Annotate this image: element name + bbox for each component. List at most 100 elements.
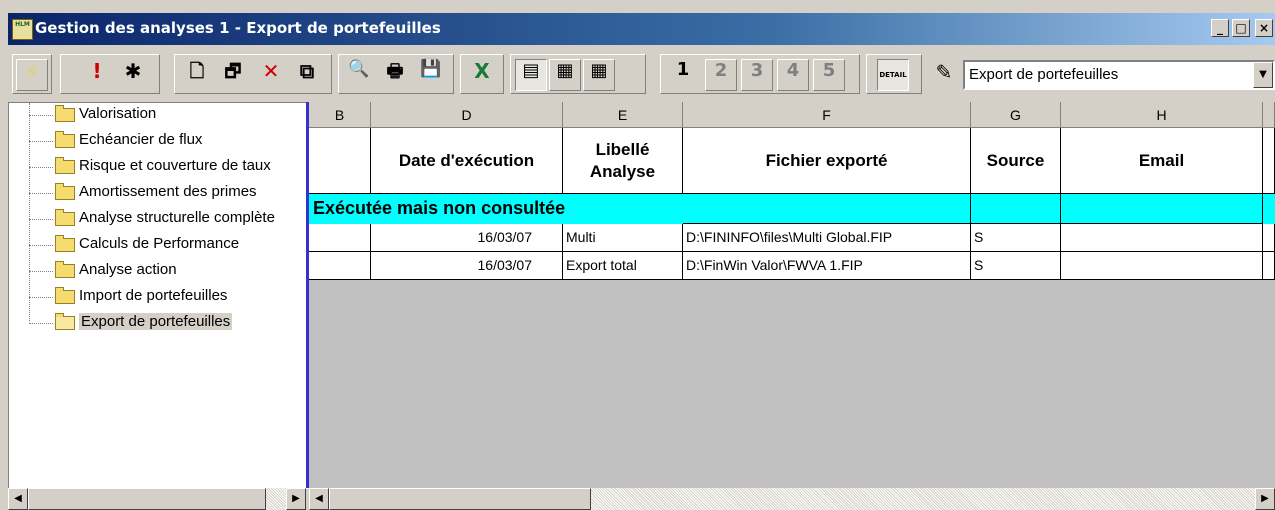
group-row[interactable]: Exécutée mais non consultée xyxy=(309,194,1275,224)
toolbar-group-edit: 🗋 🗗 ✕ ⧉ xyxy=(174,54,332,94)
level-4-button[interactable]: 4 xyxy=(777,59,809,91)
excel-icon[interactable]: X xyxy=(466,59,498,91)
level-1-button[interactable]: 1 xyxy=(667,59,699,91)
column-letter-b[interactable]: B xyxy=(309,102,371,128)
application-window: HLM Gestion des analyses 1 - Export de p… xyxy=(0,0,1275,510)
cell-source[interactable]: S xyxy=(971,252,1061,280)
tree-horizontal-scrollbar[interactable]: ◀ ▶ xyxy=(8,488,306,510)
scroll-thumb[interactable] xyxy=(329,488,591,510)
tree-item-label: Risque et couverture de taux xyxy=(79,157,271,174)
window-title: Gestion des analyses 1 - Export de porte… xyxy=(35,19,441,37)
cell-libelle[interactable]: Export total xyxy=(563,252,683,280)
header-fichier: Fichier exporté xyxy=(683,128,971,194)
view-grid-icon[interactable]: ▦ xyxy=(583,59,615,91)
tree-item-label: Echéancier de flux xyxy=(79,131,203,148)
toolbar-group-view: ▤ ▦ ▦ xyxy=(510,54,646,94)
cell-email[interactable] xyxy=(1061,252,1263,280)
tree-item-risque[interactable]: Risque et couverture de taux xyxy=(9,155,309,180)
folder-icon xyxy=(55,131,75,148)
header-source: Source xyxy=(971,128,1061,194)
print-icon[interactable]: 🖶 xyxy=(379,59,411,91)
level-5-button[interactable]: 5 xyxy=(813,59,845,91)
results-grid: B D E F G H Date d'exécution Libellé Ana… xyxy=(309,102,1275,488)
level-3-button[interactable]: 3 xyxy=(741,59,773,91)
tree-item-label: Analyse structurelle complète xyxy=(79,209,275,226)
tree-item-analyse-action[interactable]: Analyse action xyxy=(9,259,309,284)
cell-next[interactable] xyxy=(1263,224,1275,252)
tree-item-label: Analyse action xyxy=(79,261,177,278)
tree-item-export[interactable]: Export de portefeuilles xyxy=(9,311,309,336)
maximize-button[interactable]: □ xyxy=(1232,19,1250,37)
grid-horizontal-scrollbar[interactable]: ◀ ▶ xyxy=(309,488,1275,510)
folder-icon xyxy=(55,209,75,226)
save-icon[interactable]: 💾 xyxy=(415,59,447,91)
edit-pencil-icon[interactable]: ✎ xyxy=(928,60,960,92)
new-document-icon[interactable]: 🗋 xyxy=(181,59,213,91)
cell-b[interactable] xyxy=(309,252,371,280)
toolbar-group-run: ⚡ xyxy=(12,54,52,94)
column-letter-next[interactable] xyxy=(1263,102,1275,128)
folder-icon xyxy=(55,287,75,304)
analysis-select[interactable]: Export de portefeuilles ▼ xyxy=(963,60,1275,90)
column-letter-e[interactable]: E xyxy=(563,102,683,128)
toolbar: ⚡ ! ✱ 🗋 🗗 ✕ ⧉ 🔍 🖶 💾 X ▤ ▦ ▦ 1 2 3 4 5 DE… xyxy=(8,52,1275,98)
tree-item-valorisation[interactable]: Valorisation xyxy=(9,103,309,128)
chevron-down-icon[interactable]: ▼ xyxy=(1253,62,1273,88)
tree-item-analyse-structurelle[interactable]: Analyse structurelle complète xyxy=(9,207,309,232)
title-bar[interactable]: HLM Gestion des analyses 1 - Export de p… xyxy=(8,13,1275,45)
copy-icon[interactable]: ⧉ xyxy=(291,59,323,91)
view-list-icon[interactable]: ▦ xyxy=(549,59,581,91)
detail-button[interactable]: DETAIL xyxy=(877,59,909,91)
column-letter-d[interactable]: D xyxy=(371,102,563,128)
analysis-tree: Valorisation Echéancier de flux Risque e… xyxy=(8,102,309,489)
cell-libelle[interactable]: Multi xyxy=(563,224,683,252)
open-folder-icon xyxy=(55,313,75,330)
scroll-left-icon[interactable]: ◀ xyxy=(309,488,329,510)
folder-icon xyxy=(55,261,75,278)
close-button[interactable]: × xyxy=(1255,19,1273,37)
tree-item-label: Export de portefeuilles xyxy=(79,313,233,330)
properties-icon[interactable]: 🗗 xyxy=(217,59,249,91)
minimize-button[interactable]: _ xyxy=(1211,19,1229,37)
cell-date[interactable]: 16/03/07 xyxy=(371,252,563,280)
cell-date[interactable]: 16/03/07 xyxy=(371,224,563,252)
column-letter-h[interactable]: H xyxy=(1061,102,1263,128)
cell-fichier[interactable]: D:\FININFO\files\Multi Global.FIP xyxy=(683,224,971,252)
tree-item-amortissement[interactable]: Amortissement des primes xyxy=(9,181,309,206)
app-icon[interactable]: HLM xyxy=(12,19,33,40)
print-preview-icon[interactable]: 🔍 xyxy=(343,59,375,91)
cell-b[interactable] xyxy=(309,224,371,252)
toolbar-group-actions: ! ✱ xyxy=(60,54,160,94)
delete-icon[interactable]: ✕ xyxy=(255,59,287,91)
column-letter-f[interactable]: F xyxy=(683,102,971,128)
tree-item-echeancier[interactable]: Echéancier de flux xyxy=(9,129,309,154)
cell-fichier[interactable]: D:\FinWin Valor\FWVA 1.FIP xyxy=(683,252,971,280)
column-letter-g[interactable]: G xyxy=(971,102,1061,128)
tree-item-import[interactable]: Import de portefeuilles xyxy=(9,285,309,310)
stop-icon[interactable]: ✱ xyxy=(117,59,149,91)
tree-item-label: Calculs de Performance xyxy=(79,235,240,252)
toolbar-group-file: 🔍 🖶 💾 xyxy=(338,54,454,94)
folder-icon xyxy=(55,235,75,252)
analysis-select-value: Export de portefeuilles xyxy=(969,66,1119,83)
scroll-thumb[interactable] xyxy=(28,488,266,510)
toolbar-group-detail: DETAIL xyxy=(866,54,922,94)
scroll-right-icon[interactable]: ▶ xyxy=(286,488,306,510)
folder-icon xyxy=(55,183,75,200)
toolbar-group-export: X xyxy=(460,54,504,94)
view-tree-icon[interactable]: ▤ xyxy=(515,59,547,91)
header-libelle: Libellé Analyse xyxy=(563,128,683,194)
tree-item-performance[interactable]: Calculs de Performance xyxy=(9,233,309,258)
tree-item-label: Valorisation xyxy=(79,105,157,122)
exclamation-icon[interactable]: ! xyxy=(81,59,113,91)
cell-next[interactable] xyxy=(1263,252,1275,280)
scroll-left-icon[interactable]: ◀ xyxy=(8,488,28,510)
level-2-button[interactable]: 2 xyxy=(705,59,737,91)
tree-item-label: Amortissement des primes xyxy=(79,183,257,200)
lightning-icon[interactable]: ⚡ xyxy=(16,59,48,91)
scroll-right-icon[interactable]: ▶ xyxy=(1255,488,1275,510)
cell-email[interactable] xyxy=(1061,224,1263,252)
group-label: Exécutée mais non consultée xyxy=(313,198,566,218)
tree-item-label: Import de portefeuilles xyxy=(79,287,228,304)
cell-source[interactable]: S xyxy=(971,224,1061,252)
